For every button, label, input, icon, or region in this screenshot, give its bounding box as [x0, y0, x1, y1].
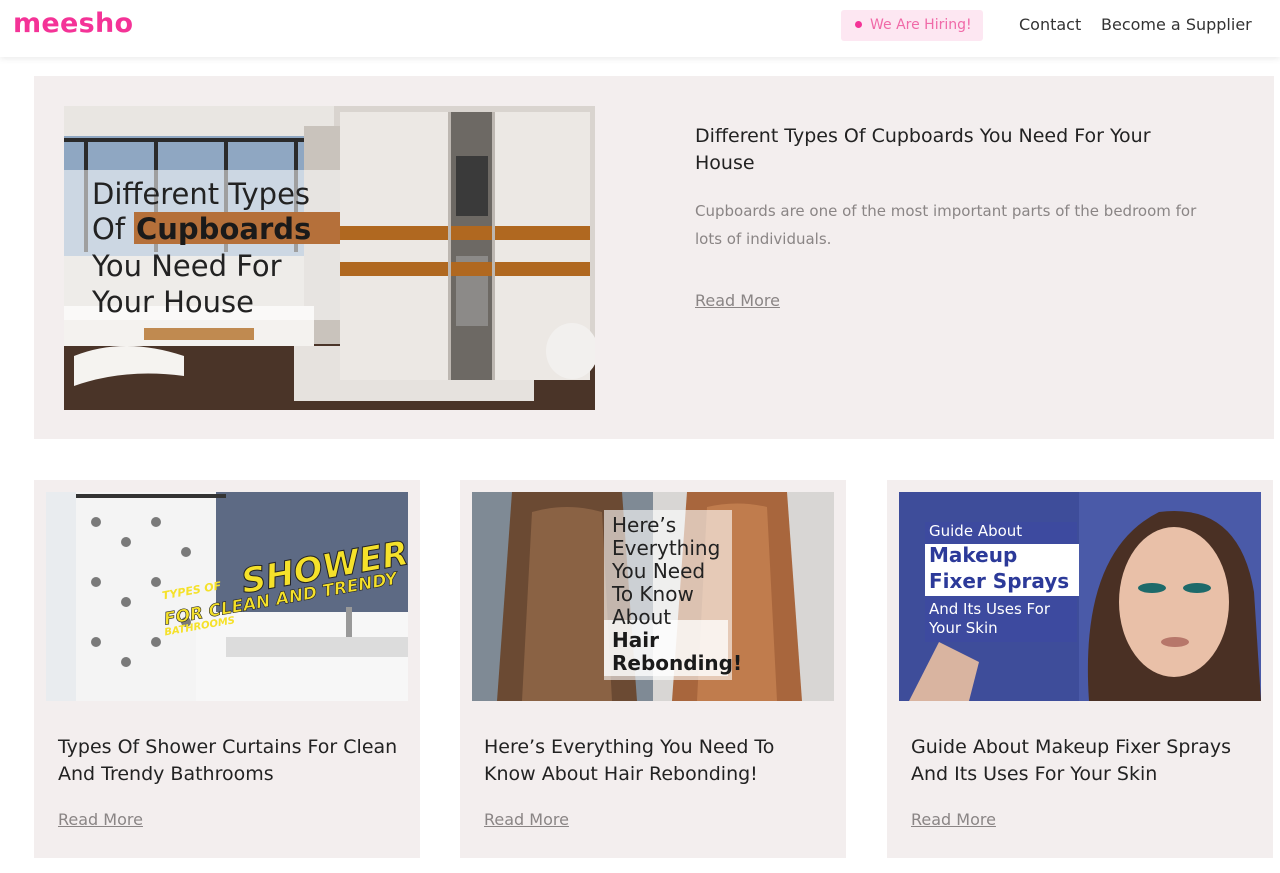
post-card-hair-rebonding: Here’s Everything You Need To Know About…: [460, 480, 846, 858]
hair-image-line3: You Need: [611, 559, 705, 583]
hair-image-line2: Everything: [612, 536, 720, 560]
we-are-hiring-button[interactable]: We Are Hiring!: [841, 10, 983, 41]
featured-read-more-link[interactable]: Read More: [695, 291, 780, 310]
read-more-link-shower-curtains[interactable]: Read More: [58, 810, 143, 829]
post-title-makeup-fixer[interactable]: Guide About Makeup Fixer Sprays And Its …: [911, 734, 1256, 788]
hiring-label: We Are Hiring!: [870, 17, 972, 33]
featured-image-text-line2a: Of: [92, 212, 126, 246]
read-more-link-makeup-fixer[interactable]: Read More: [911, 810, 996, 829]
makeup-image-line5: Your Skin: [928, 619, 998, 637]
site-header: meesho We Are Hiring! Contact Become a S…: [0, 0, 1280, 57]
post-image-makeup-fixer[interactable]: Guide About Makeup Fixer Sprays And Its …: [899, 492, 1261, 701]
makeup-image-line2: Makeup: [929, 543, 1017, 567]
makeup-image-line4: And Its Uses For: [929, 600, 1051, 618]
hair-image-line6: Hair: [612, 628, 659, 652]
hair-image-line5: About: [612, 605, 671, 629]
post-card-shower-curtains: SHOWER CURTAINS TYPES OF FOR CLEAN AND T…: [34, 480, 420, 858]
makeup-image-line3: Fixer Sprays: [929, 569, 1069, 593]
featured-post-excerpt: Cupboards are one of the most important …: [695, 202, 1197, 248]
meesho-logo[interactable]: meesho: [13, 8, 133, 39]
dot-icon: [855, 21, 862, 28]
read-more-link-hair-rebonding[interactable]: Read More: [484, 810, 569, 829]
post-card-makeup-fixer: Guide About Makeup Fixer Sprays And Its …: [887, 480, 1273, 858]
featured-image-text-line4: Your House: [91, 285, 254, 319]
featured-image-text-line3: You Need For: [91, 249, 282, 283]
makeup-image-line1: Guide About: [929, 522, 1022, 540]
featured-post-image[interactable]: Different Types Of Cupboards You Need Fo…: [64, 106, 595, 410]
hair-image-line7: Rebonding!: [612, 651, 742, 675]
post-image-hair-rebonding[interactable]: Here’s Everything You Need To Know About…: [472, 492, 834, 701]
featured-post-title[interactable]: Different Types Of Cupboards You Need Fo…: [695, 123, 1195, 177]
hair-image-line4: To Know: [611, 582, 694, 606]
hair-image-line1: Here’s: [612, 513, 676, 537]
post-title-shower-curtains[interactable]: Types Of Shower Curtains For Clean And T…: [58, 734, 403, 788]
featured-post-card: Different Types Of Cupboards You Need Fo…: [34, 76, 1274, 439]
featured-image-text-line2b: Cupboards: [136, 212, 311, 246]
featured-image-text-line1: Different Types: [92, 177, 310, 211]
post-title-hair-rebonding[interactable]: Here’s Everything You Need To Know About…: [484, 734, 829, 788]
post-image-shower-curtains[interactable]: SHOWER CURTAINS TYPES OF FOR CLEAN AND T…: [46, 492, 408, 701]
nav-contact-link[interactable]: Contact: [1019, 15, 1081, 34]
nav-become-supplier-link[interactable]: Become a Supplier: [1101, 15, 1252, 34]
